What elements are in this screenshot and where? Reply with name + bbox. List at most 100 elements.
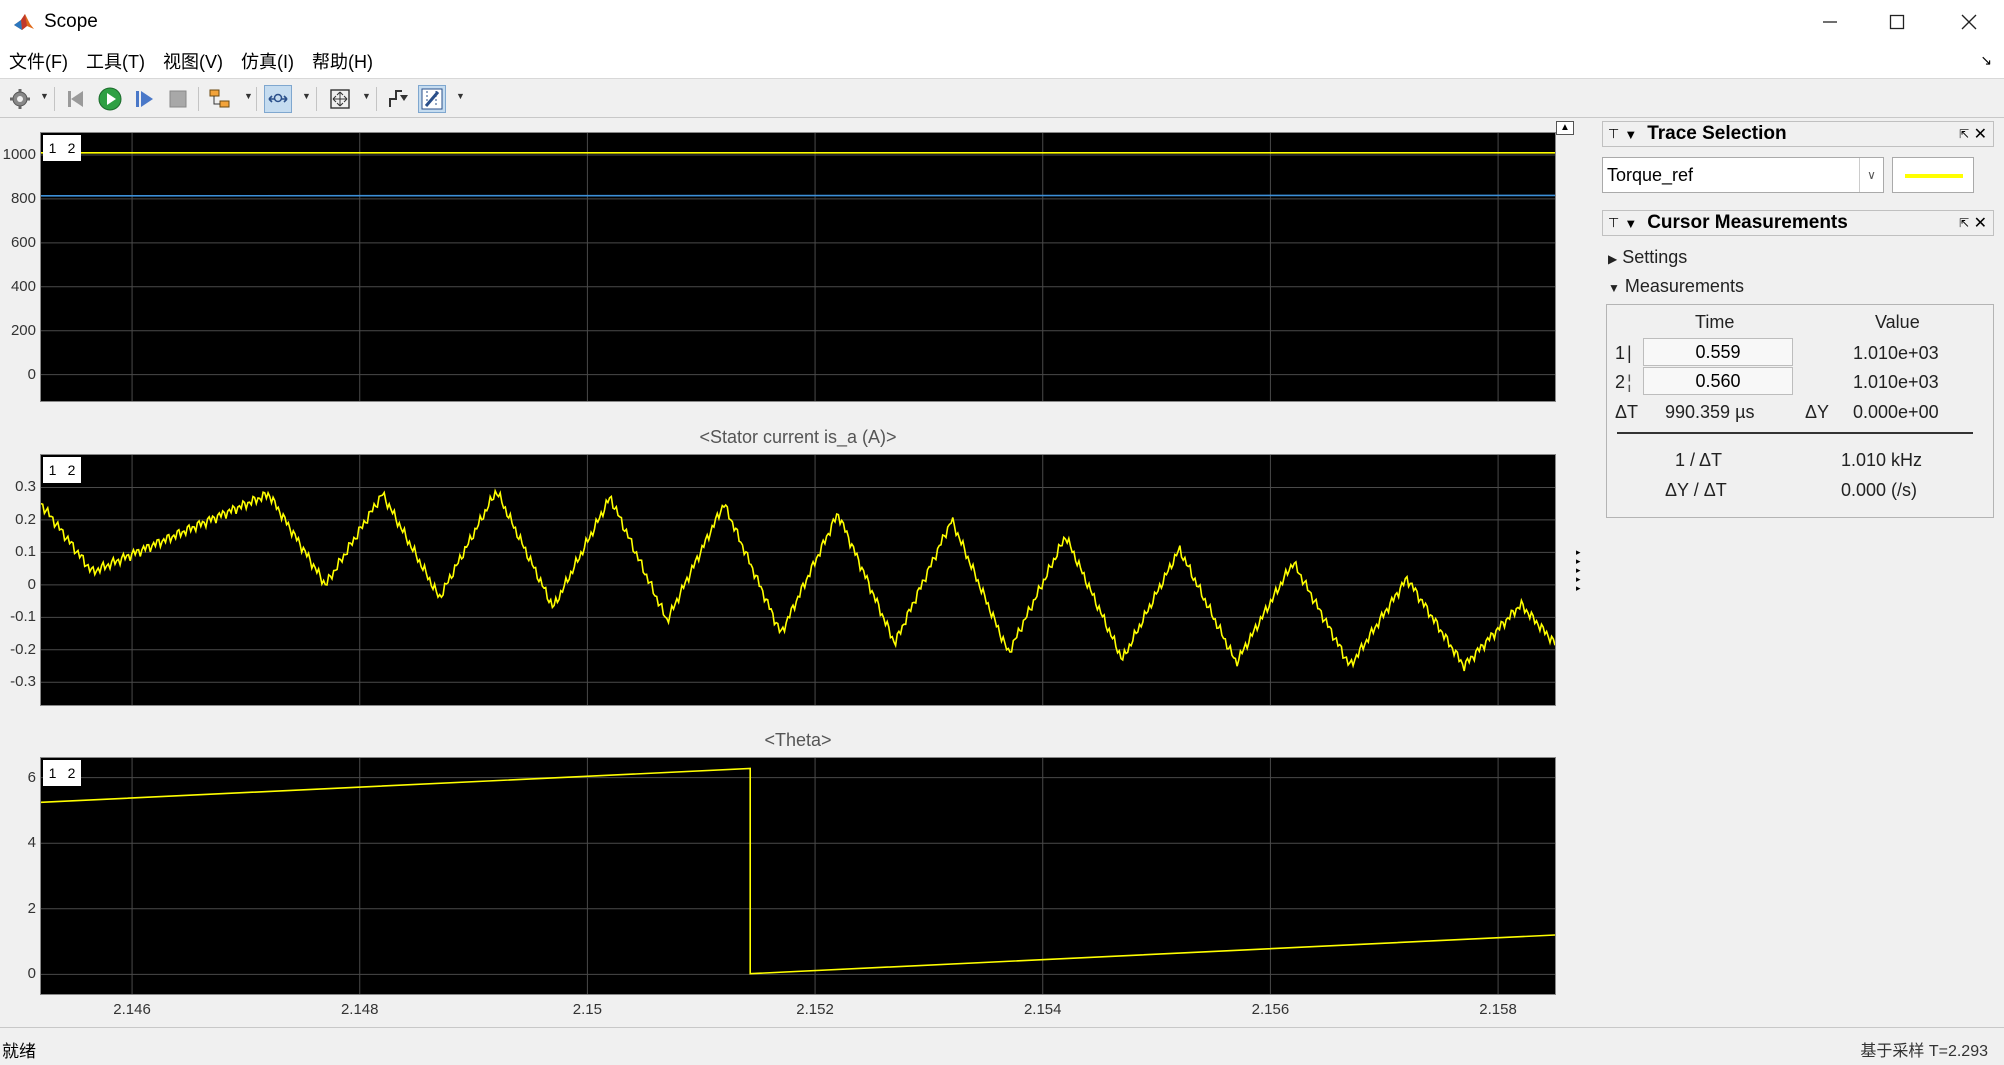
maximize-button[interactable] [1862,0,1932,44]
axes-theta[interactable]: 1 2 [40,757,1556,995]
menu-view[interactable]: 视图(V) [154,48,232,74]
axes-title-theta: <Theta> [764,730,832,750]
trace-dropdown-value: Torque_ref [1607,164,1694,185]
y-tick-label: 4 [27,834,36,852]
trace-legend[interactable]: 1 2 [43,760,81,786]
trigger-button[interactable] [384,85,412,113]
legend-item-1[interactable]: 1 [49,765,57,781]
trace-color-swatch [1905,174,1963,178]
status-sample-time: 基于采样 T=2.293 [1860,1043,1988,1060]
stop-icon [169,90,187,108]
legend-item-2[interactable]: 2 [68,765,76,781]
y-tick-label: 200 [10,321,36,339]
inverse-delta-t-label: 1 / ΔT [1675,450,1723,470]
menu-file[interactable]: 文件(F) [0,48,77,74]
minimize-icon [1823,21,1837,23]
menu-bar: 文件(F) 工具(T) 视图(V) 仿真(I) 帮助(H) [0,44,2004,78]
status-ready: 就绪 [2,1042,36,1061]
axes-stator-current[interactable]: 1 2 [40,454,1556,706]
y-tick-label: 0 [27,965,36,983]
cursor-measurements-header: ⊤ ▼ Cursor Measurements ⇱ ✕ [1602,210,1994,236]
settings-tree-item[interactable]: ▶ Settings [1608,247,1687,268]
cursor-1-time-field[interactable]: 0.559 [1643,338,1793,366]
panel-collapse-button[interactable]: ▲ [1556,121,1574,135]
x-tick-label: 2.148 [340,1001,379,1018]
expand-caret-icon: ▶ [1608,252,1618,266]
trace-dropdown[interactable]: Torque_ref ∨ [1602,157,1884,193]
delta-y-label: ΔY [1805,402,1830,422]
toolbar-separator [316,87,317,111]
trace-legend[interactable]: 1 2 [43,135,81,161]
zoom-dropdown-icon[interactable]: ▼ [302,91,311,101]
undock-icon[interactable]: ⇱ [1959,127,1969,141]
legend-item-1[interactable]: 1 [49,140,57,156]
run-button[interactable] [96,85,124,113]
axes-title-stator-current: <Stator current is_a (A)> [699,427,897,447]
y-tick-label: 0.2 [15,510,36,528]
cursor-1-index: 1 [1615,343,1626,363]
y-tick-label: -0.2 [10,640,36,658]
cursor-measure-icon [421,88,443,110]
legend-item-2[interactable]: 2 [68,140,76,156]
expand-arrows-icon[interactable]: ▸ ▸ ▸ ▸ ▸ [1576,548,1586,593]
undock-arrow-icon[interactable]: ↘ [1980,52,1992,69]
legend-item-2[interactable]: 2 [68,462,76,478]
toolbar: ▼ ▼ ▼ ▼ ▼ [0,78,2004,118]
series-line-trace-1 [41,488,1555,672]
close-icon [1961,14,1977,30]
axes-torque[interactable]: 1 2 [40,132,1556,402]
cursor-2-time-field[interactable]: 0.560 [1643,367,1793,395]
collapse-caret-icon[interactable]: ▼ [1624,127,1637,142]
time-column-header: Time [1695,312,1735,332]
settings-label: Settings [1622,247,1688,267]
menu-simulation[interactable]: 仿真(I) [232,48,303,74]
measure-dropdown-icon[interactable]: ▼ [456,91,465,101]
y-tick-label: 400 [10,277,36,295]
trace-line-style-button[interactable] [1892,157,1974,193]
step-back-button[interactable] [62,85,90,113]
undock-icon[interactable]: ⇱ [1959,216,1969,230]
cursor-2-marker-icon: ¦ [1627,372,1632,392]
y-tick-label: 1000 [2,145,36,163]
status-bar: 就绪 基于采样 T=2.293 [0,1027,2004,1065]
minimize-button[interactable] [1795,0,1865,44]
highlight-dropdown-icon[interactable]: ▼ [244,91,253,101]
step-forward-icon [136,91,153,107]
y-tick-label: 0.3 [15,478,36,496]
stop-button[interactable] [164,85,192,113]
y-tick-label: 0 [27,365,36,383]
autoscale-button[interactable] [326,85,354,113]
trace-legend[interactable]: 1 2 [43,457,81,483]
y-tick-label: 600 [10,233,36,251]
delta-t-label: ΔT [1615,402,1639,422]
close-button[interactable] [1934,0,2004,44]
value-column-header: Value [1875,312,1920,332]
menu-tools[interactable]: 工具(T) [77,48,154,74]
toolbar-separator [54,87,55,111]
y-tick-label: 6 [27,768,36,786]
chevron-down-icon[interactable]: ∨ [1859,158,1883,192]
pin-icon[interactable]: ⊤ [1608,215,1619,231]
zoom-button[interactable] [264,85,292,113]
toolbar-separator [376,87,377,111]
panel-close-icon[interactable]: ✕ [1974,124,1987,144]
maximize-icon [1889,14,1905,30]
highlight-block-button[interactable] [206,85,234,113]
y-tick-label: -0.1 [10,608,36,626]
measurements-tree-item[interactable]: ▼ Measurements [1608,276,1744,297]
legend-item-1[interactable]: 1 [49,462,57,478]
measurements-divider [1617,432,1973,434]
autoscale-dropdown-icon[interactable]: ▼ [362,91,371,101]
panel-close-icon[interactable]: ✕ [1974,213,1987,233]
slope-label: ΔY / ΔT [1665,480,1727,500]
x-tick-label: 2.156 [1251,1001,1290,1018]
cursor-measure-button[interactable] [418,85,446,113]
collapse-caret-icon[interactable]: ▼ [1624,216,1637,231]
step-forward-button[interactable] [130,85,158,113]
pin-icon[interactable]: ⊤ [1608,126,1619,142]
x-tick-label: 2.154 [1023,1001,1062,1018]
menu-help[interactable]: 帮助(H) [303,48,382,74]
settings-dropdown-icon[interactable]: ▼ [40,91,49,101]
trace-selection-header: ⊤ ▼ Trace Selection ⇱ ✕ [1602,121,1994,147]
settings-button[interactable] [6,85,34,113]
